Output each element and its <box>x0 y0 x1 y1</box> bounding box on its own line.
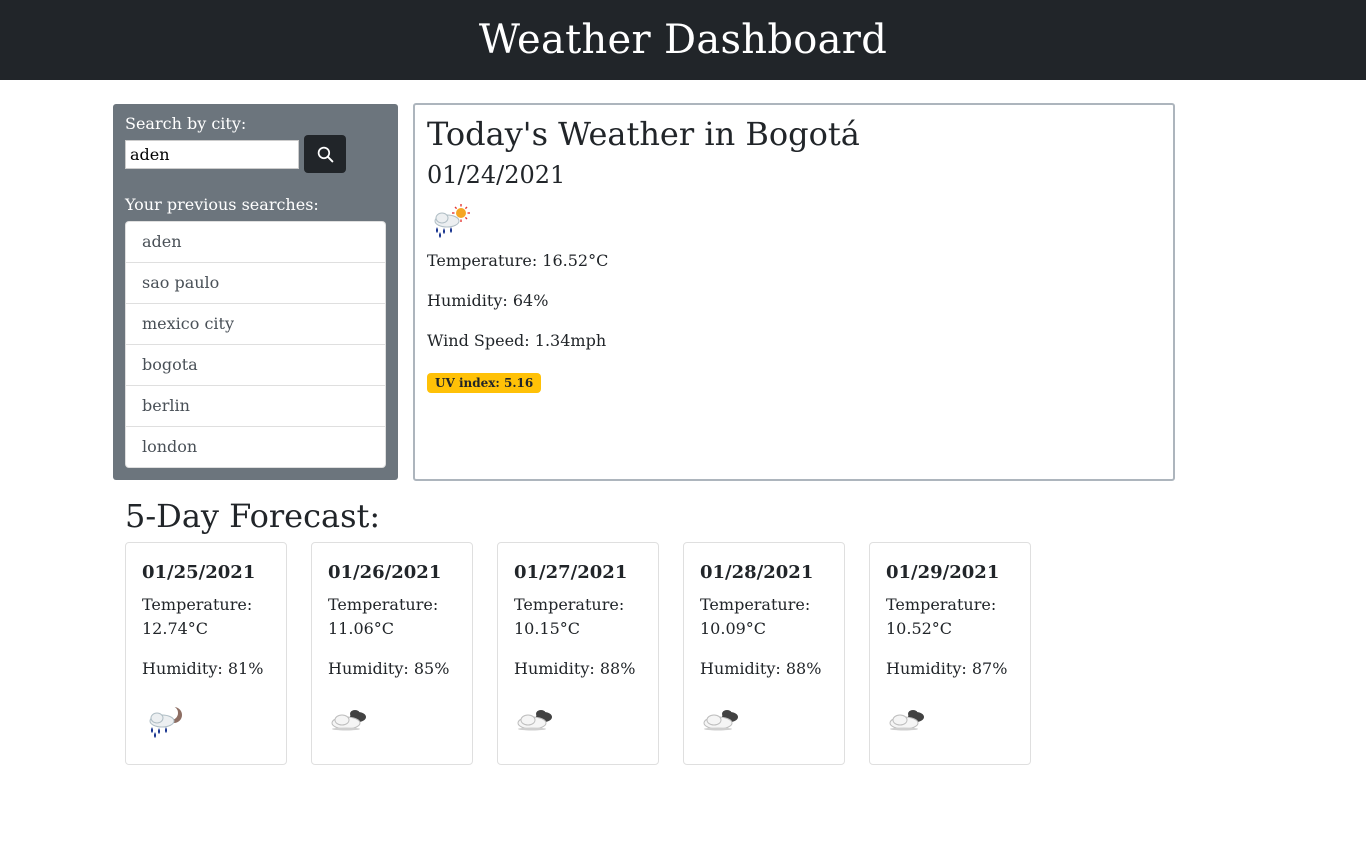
forecast-temp-value: 11.06°C <box>328 619 395 638</box>
history-item-berlin[interactable]: berlin <box>126 386 385 427</box>
forecast-temp-label: Temperature: <box>514 595 625 614</box>
forecast-temp-value: 12.74°C <box>142 619 209 638</box>
forecast-humidity: Humidity: 88% <box>514 659 636 678</box>
current-date: 01/24/2021 <box>427 161 566 189</box>
forecast-cards: 01/25/2021 Temperature: 12.74°C Humidity:… <box>125 542 1055 765</box>
forecast-humidity: Humidity: 88% <box>700 659 822 678</box>
rain-moon-icon <box>149 706 182 738</box>
previous-searches-list: aden sao paulo mexico city bogota berlin… <box>125 221 386 468</box>
forecast-temp-value: 10.09°C <box>700 619 767 638</box>
cloudy-icon <box>331 710 366 731</box>
cloudy-icon <box>517 710 552 731</box>
search-icon <box>317 146 333 162</box>
forecast-card: 01/29/2021 Temperature: 10.52°C Humidity:… <box>869 542 1031 765</box>
forecast-date: 01/25/2021 <box>142 562 256 583</box>
forecast-card: 01/27/2021 Temperature: 10.15°C Humidity:… <box>497 542 659 765</box>
forecast-title: 5-Day Forecast: <box>125 497 381 535</box>
search-label: Search by city: <box>125 114 247 133</box>
page-title: Weather Dashboard <box>478 17 888 63</box>
city-search-input[interactable] <box>125 139 299 169</box>
current-wind-speed: Wind Speed: 1.34mph <box>427 331 607 350</box>
current-temperature: Temperature: 16.52°C <box>427 251 609 270</box>
forecast-temp-value: 10.15°C <box>514 619 581 638</box>
cloudy-icon <box>703 710 738 731</box>
forecast-date: 01/28/2021 <box>700 562 814 583</box>
search-button[interactable] <box>304 135 346 173</box>
forecast-humidity: Humidity: 85% <box>328 659 450 678</box>
search-row <box>125 135 386 173</box>
app-header: Weather Dashboard <box>0 0 1366 80</box>
forecast-humidity: Humidity: 81% <box>142 659 264 678</box>
history-item-bogota[interactable]: bogota <box>126 345 385 386</box>
forecast-temp-label: Temperature: <box>700 595 811 614</box>
forecast-date: 01/26/2021 <box>328 562 442 583</box>
history-item-aden[interactable]: aden <box>126 222 385 263</box>
search-panel: Search by city: Your previous searches: … <box>113 104 398 480</box>
uv-index-badge: UV index: 5.16 <box>427 373 542 393</box>
rain-sun-icon <box>434 204 470 238</box>
current-city-title: Today's Weather in Bogotá <box>427 115 860 153</box>
forecast-date: 01/29/2021 <box>886 562 1000 583</box>
forecast-humidity: Humidity: 87% <box>886 659 1008 678</box>
forecast-temp-label: Temperature: <box>886 595 997 614</box>
history-item-sao-paulo[interactable]: sao paulo <box>126 263 385 304</box>
history-item-london[interactable]: london <box>126 427 385 467</box>
cloudy-icon <box>889 710 924 731</box>
forecast-card: 01/28/2021 Temperature: 10.09°C Humidity:… <box>683 542 845 765</box>
forecast-temp-value: 10.52°C <box>886 619 953 638</box>
forecast-temp-label: Temperature: <box>142 595 253 614</box>
forecast-card: 01/26/2021 Temperature: 11.06°C Humidity:… <box>311 542 473 765</box>
current-humidity: Humidity: 64% <box>427 291 549 310</box>
forecast-card: 01/25/2021 Temperature: 12.74°C Humidity:… <box>125 542 287 765</box>
forecast-temp-label: Temperature: <box>328 595 439 614</box>
previous-searches-label: Your previous searches: <box>125 195 319 214</box>
current-weather-panel: Today's Weather in Bogotá 01/24/2021 Tem… <box>413 103 1175 481</box>
history-item-mexico-city[interactable]: mexico city <box>126 304 385 345</box>
forecast-date: 01/27/2021 <box>514 562 628 583</box>
